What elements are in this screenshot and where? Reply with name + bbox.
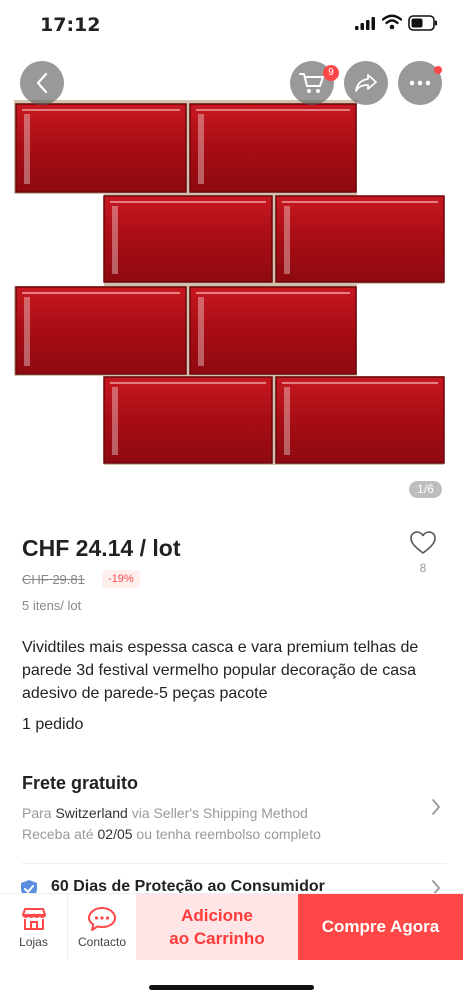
status-bar: 17:12 [0,0,463,50]
home-indicator[interactable] [149,985,314,990]
delivery-suffix: ou tenha reembolso completo [132,826,321,842]
wishlist-count: 8 [419,561,427,575]
add-cart-line2: ao Carrinho [169,929,265,948]
share-button[interactable] [344,61,388,105]
shipping-destination[interactable]: Para Switzerland via Seller's Shipping M… [22,805,308,821]
buy-now-button[interactable]: Compre Agora [298,894,463,960]
share-icon [355,74,377,92]
add-to-cart-button[interactable]: Adicione ao Carrinho [136,894,298,960]
cart-count-badge: 9 [323,65,339,81]
add-cart-line1: Adicione [181,906,253,925]
shipping-method: via Seller's Shipping Method [127,805,308,821]
contact-tab[interactable]: Contacto [68,894,136,960]
shipping-title[interactable]: Frete gratuito [22,773,138,794]
shipping-delivery[interactable]: Receba até 02/05 ou tenha reembolso comp… [22,826,321,842]
back-button[interactable] [20,61,64,105]
signal-icon [355,17,375,30]
image-pager: 1/6 [409,481,442,498]
units-per-lot: 5 itens/ lot [22,598,82,613]
more-icon [409,80,431,86]
product-image[interactable] [0,50,463,505]
store-icon [21,907,46,930]
notification-dot [434,66,442,74]
stores-tab[interactable]: Lojas [0,894,68,960]
stores-label: Lojas [19,934,48,949]
chevron-left-icon [36,72,48,94]
delivery-date: 02/05 [97,826,133,842]
chevron-right-icon[interactable] [430,797,442,817]
delivery-prefix: Receba até [22,826,98,842]
shipping-country: Switzerland [55,805,128,821]
discount-badge: -19% [102,570,140,588]
status-time: 17:12 [40,14,101,36]
tile-image [14,100,447,468]
wishlist-button[interactable] [408,530,438,560]
bottom-action-bar: Lojas Contacto Adicione ao Carrinho Comp… [0,893,463,1000]
chat-icon [88,906,116,931]
contact-label: Contacto [77,934,127,949]
product-title: Vividtiles mais espessa casca e vara pre… [22,639,419,702]
product-price: CHF 24.14 / lot [22,535,181,561]
cart-icon [299,73,324,93]
wifi-icon [382,14,402,30]
divider [22,863,447,864]
shipping-prefix: Para [22,805,56,821]
product-page: 17:12 9 1/6 CHF 24.14 / lot CHF 29.81 -1… [0,0,463,1000]
battery-icon [408,15,437,31]
order-count: 1 pedido [22,716,84,733]
heart-icon [410,531,436,554]
original-price: CHF 29.81 [22,572,85,587]
